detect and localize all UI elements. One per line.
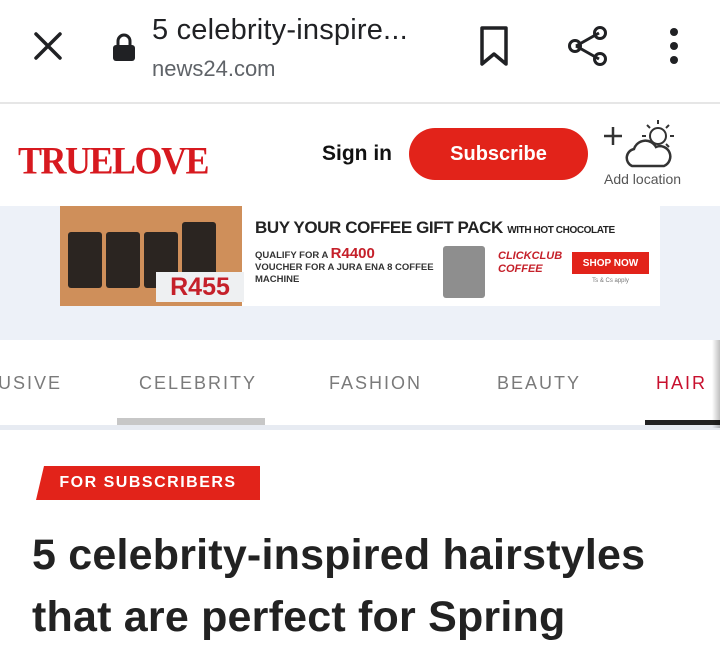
page-url: news24.com (152, 56, 276, 81)
coffee-bag-image (182, 222, 216, 278)
bookmark-icon[interactable] (474, 24, 514, 68)
nav-scroll-fade (712, 340, 720, 428)
subscriber-badge: FOR SUBSCRIBERS (36, 466, 260, 500)
coffee-bag-image (106, 232, 140, 288)
share-icon[interactable] (566, 24, 610, 68)
nav-item-hair[interactable]: HAIR (656, 373, 707, 394)
nav-divider (0, 425, 720, 430)
ad-price: R455 (156, 272, 244, 302)
ad-qualify-text: QUALIFY FOR A R4400 VOUCHER FOR A JURA EN… (255, 245, 434, 285)
sign-in-link[interactable]: Sign in (322, 142, 392, 166)
article-headline: 5 celebrity-inspired hairstyles that are… (32, 531, 646, 641)
ad-product-photo: R455 (60, 206, 244, 306)
lock-icon (110, 32, 138, 62)
coffee-bag-image (68, 232, 102, 288)
ad-headline: BUY YOUR COFFEE GIFT PACK WITH HOT CHOCO… (255, 218, 615, 237)
page-title: 5 celebrity-inspire... (152, 14, 408, 46)
close-icon[interactable] (28, 26, 68, 66)
more-vert-icon[interactable] (660, 24, 688, 68)
nav-hover-indicator (117, 418, 265, 425)
nav-item-beauty[interactable]: BEAUTY (497, 373, 581, 394)
subscribe-button[interactable]: Subscribe (409, 128, 588, 180)
nav-item-exclusive[interactable]: USIVE (0, 373, 62, 394)
ad-terms: Ts & Cs apply (592, 278, 629, 284)
add-location-label[interactable]: Add location (604, 171, 681, 187)
site-logo[interactable]: TRUELOVE (18, 137, 210, 183)
coffee-machine-image (443, 246, 485, 298)
nav-active-indicator (645, 420, 720, 425)
nav-item-fashion[interactable]: FASHION (329, 373, 422, 394)
nav-item-celebrity[interactable]: CELEBRITY (139, 373, 257, 394)
ad-brand-logo: CLICKCLUB COFFEE (498, 250, 563, 275)
ad-shop-now-button[interactable]: SHOP NOW (572, 252, 649, 274)
coffee-ad-banner[interactable]: R455 BUY YOUR COFFEE GIFT PACK WITH HOT … (60, 206, 660, 306)
weather-add-icon[interactable] (600, 116, 684, 172)
